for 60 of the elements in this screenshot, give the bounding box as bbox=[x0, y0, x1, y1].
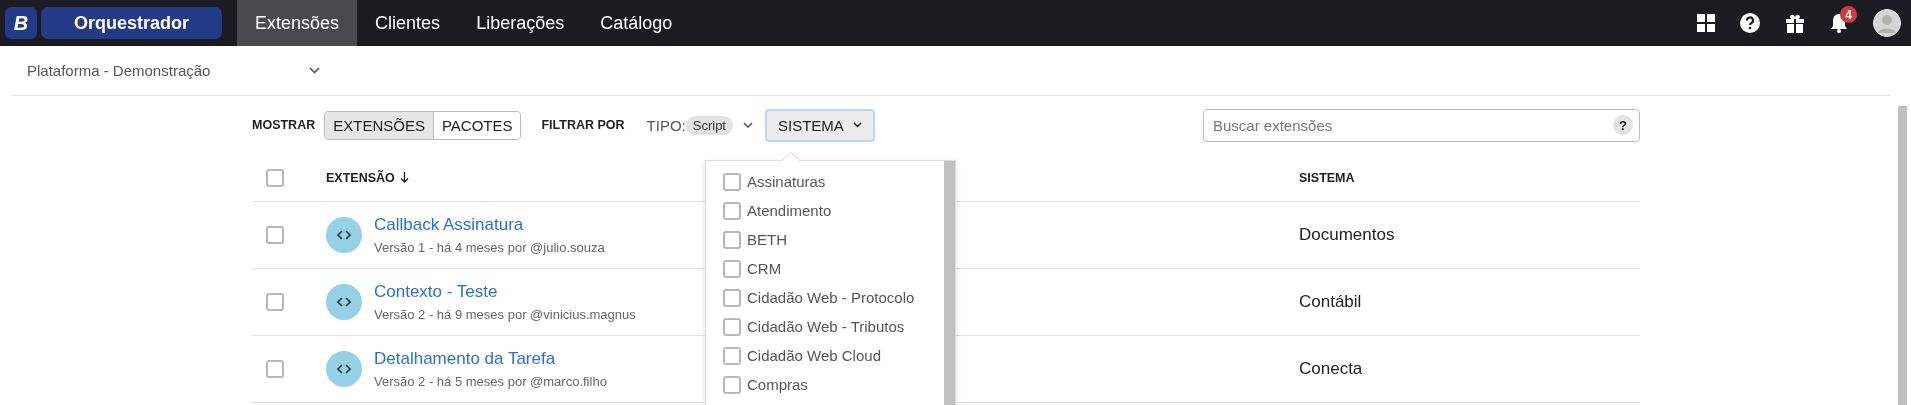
code-icon bbox=[326, 217, 362, 253]
checkbox[interactable] bbox=[723, 201, 741, 220]
column-header[interactable]: EXTENSÃO bbox=[326, 170, 409, 185]
chevron-down-icon bbox=[743, 122, 753, 128]
sort-arrow-icon bbox=[399, 172, 409, 183]
toggle-option[interactable]: PACOTES bbox=[432, 111, 521, 139]
apps-grid-icon[interactable] bbox=[1697, 14, 1715, 32]
option-label[interactable]: Compras bbox=[747, 376, 808, 393]
nav-tab[interactable]: Catálogo bbox=[582, 0, 691, 46]
extension-link[interactable]: Contexto - Teste bbox=[374, 282, 636, 302]
checkbox[interactable] bbox=[723, 346, 741, 365]
help-button[interactable]: ? bbox=[1613, 115, 1633, 135]
checkbox[interactable] bbox=[723, 259, 741, 278]
extension-meta: Versão 2 - há 5 meses por @marco.filho bbox=[374, 374, 607, 389]
notification-badge: 4 bbox=[1840, 6, 1857, 23]
option-label[interactable]: CRM bbox=[747, 260, 782, 277]
checkbox[interactable] bbox=[723, 288, 741, 307]
option-label[interactable]: BETH bbox=[747, 231, 787, 248]
extension-link[interactable]: Callback Assinatura bbox=[374, 215, 605, 235]
option-label[interactable]: Assinaturas bbox=[747, 173, 826, 190]
system-cell-text: Conecta bbox=[1299, 359, 1364, 379]
checkbox[interactable] bbox=[723, 375, 741, 394]
option-label[interactable]: Cidadão Web Cloud bbox=[747, 347, 881, 364]
scrollbar[interactable] bbox=[944, 161, 955, 405]
extension-link[interactable]: Detalhamento da Tarefa bbox=[374, 349, 607, 369]
option-label[interactable]: Atendimento bbox=[747, 202, 832, 219]
code-icon bbox=[326, 284, 362, 320]
option-label[interactable]: Cidadão Web - Protocolo bbox=[747, 289, 915, 306]
nav-tab[interactable]: Clientes bbox=[357, 0, 459, 46]
nav-tab[interactable]: Liberações bbox=[458, 0, 583, 46]
row-checkbox[interactable] bbox=[266, 226, 284, 244]
gift-icon[interactable] bbox=[1785, 13, 1805, 33]
column-header: SISTEMA bbox=[1299, 170, 1356, 185]
extension-meta: Versão 2 - há 9 meses por @vinicius.magnus bbox=[374, 307, 636, 322]
avatar-icon[interactable] bbox=[1873, 9, 1901, 37]
help-icon[interactable] bbox=[1740, 13, 1760, 33]
scrollbar[interactable] bbox=[1898, 106, 1907, 405]
logo[interactable]: B bbox=[5, 7, 37, 39]
toggle-option[interactable]: EXTENSÕES bbox=[325, 111, 433, 139]
system-filter-button[interactable]: SISTEMA bbox=[765, 108, 875, 142]
chevron-down-icon bbox=[309, 67, 320, 74]
checkbox[interactable] bbox=[723, 172, 741, 191]
system-cell-text: Documentos bbox=[1299, 225, 1396, 245]
option-label[interactable]: Cidadão Web - Tributos bbox=[747, 318, 905, 335]
search-field[interactable]: Buscar extensões ? bbox=[1203, 108, 1640, 142]
code-icon bbox=[326, 351, 362, 387]
checkbox[interactable] bbox=[723, 317, 741, 336]
nav-tab[interactable]: Extensões bbox=[237, 0, 358, 46]
app-name-button[interactable]: Orquestrador bbox=[41, 7, 223, 39]
show-label: MOSTRAR bbox=[252, 118, 316, 132]
filter-label: FILTRAR POR bbox=[541, 118, 625, 132]
row-checkbox[interactable] bbox=[266, 293, 284, 311]
extension-meta: Versão 1 - há 4 meses por @julio.souza bbox=[374, 240, 605, 255]
system-cell-text: Contábil bbox=[1299, 292, 1363, 312]
type-filter[interactable]: TIPO: Script bbox=[646, 115, 753, 135]
checkbox[interactable] bbox=[723, 230, 741, 249]
row-checkbox[interactable] bbox=[266, 360, 284, 378]
select-all-checkbox[interactable] bbox=[266, 168, 284, 187]
chevron-down-icon bbox=[852, 122, 862, 128]
workspace-selector[interactable]: Plataforma - Demonstração bbox=[12, 62, 320, 79]
